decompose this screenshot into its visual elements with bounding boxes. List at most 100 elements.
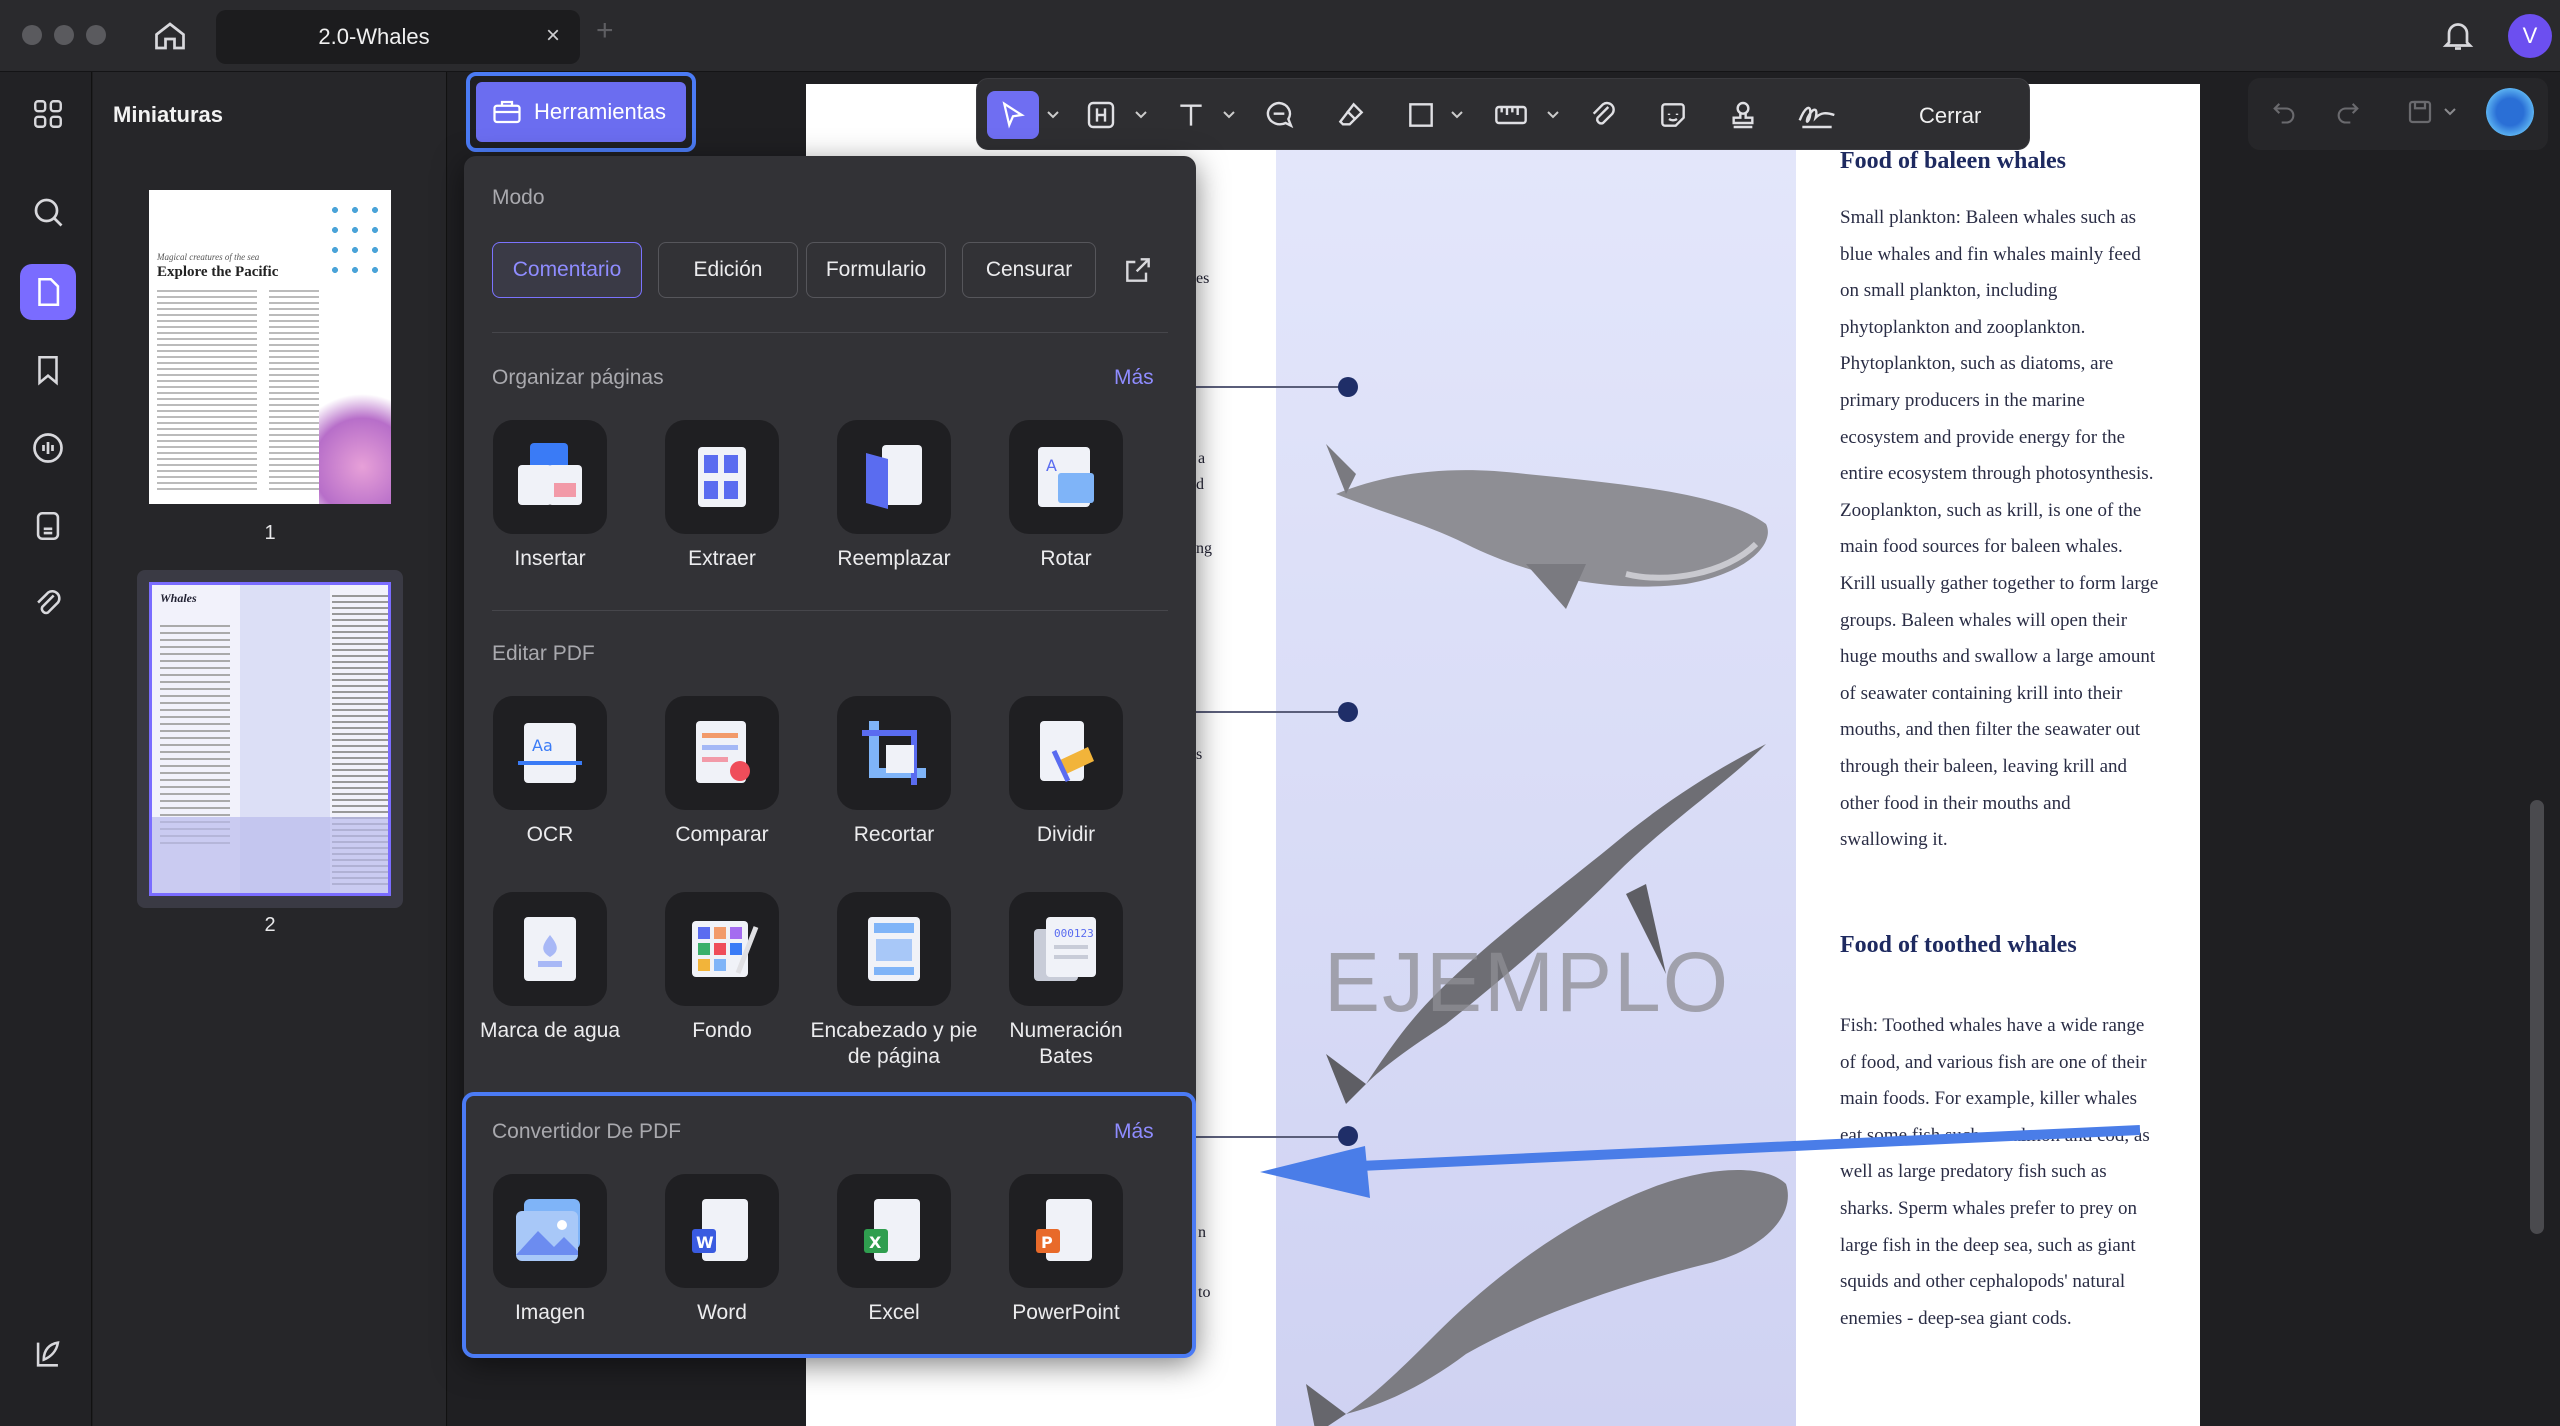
comment-tool-icon[interactable]: [1255, 91, 1303, 139]
svg-text:000123: 000123: [1054, 927, 1094, 940]
encabezado-tool[interactable]: Encabezado y pie de página: [808, 892, 980, 1070]
thumb-coral-image: [319, 380, 391, 504]
vertical-scrollbar[interactable]: [2530, 800, 2544, 1234]
eraser-tool-icon[interactable]: [1327, 91, 1375, 139]
herramientas-label: Herramientas: [534, 99, 667, 124]
bookmark-icon[interactable]: [20, 342, 76, 398]
page-thumbnail-2[interactable]: Whales: [149, 582, 391, 896]
divider: [492, 610, 1168, 611]
numeracion-bates-tool[interactable]: 000123 Numeración Bates: [980, 892, 1152, 1070]
organize-section-title: Organizar páginas: [492, 366, 664, 389]
tool-label: Marca de agua: [479, 1019, 621, 1042]
insertar-tool[interactable]: Insertar: [464, 420, 636, 572]
tool-label: Comparar: [675, 823, 769, 846]
avatar[interactable]: V: [2508, 14, 2552, 58]
arrow-annotation: [1260, 1125, 2141, 1198]
ai-assistant-icon[interactable]: [2486, 88, 2534, 136]
svg-text:Aa: Aa: [532, 736, 553, 755]
tool-label: Fondo: [692, 1019, 752, 1042]
mode-censurar-button[interactable]: Censurar: [962, 242, 1096, 298]
marca-de-agua-tool[interactable]: Marca de agua: [464, 892, 636, 1044]
heading-toothed: Food of toothed whales: [1840, 932, 2077, 958]
connector-line: [1196, 386, 1346, 388]
home-icon[interactable]: [152, 18, 188, 59]
close-toolbar-button[interactable]: Cerrar: [1919, 103, 1981, 129]
thumb-fish-image: [325, 200, 385, 280]
grid-icon[interactable]: [20, 86, 76, 142]
tool-label: Recortar: [853, 823, 935, 846]
cursor-icon: [1002, 101, 1025, 129]
stamp-tool-icon[interactable]: [1719, 91, 1767, 139]
bates-numbering-icon: 000123: [1034, 917, 1096, 981]
extraer-tool[interactable]: Extraer: [636, 420, 808, 572]
sticker-tool-icon[interactable]: [1649, 91, 1697, 139]
chevron-down-icon[interactable]: [1131, 91, 1151, 139]
rotar-tool[interactable]: A Rotar: [980, 420, 1152, 572]
tab-close-icon[interactable]: ×: [546, 22, 560, 50]
chevron-down-icon[interactable]: [2440, 92, 2460, 132]
document-tab[interactable]: 2.0-Whales ×: [216, 10, 580, 64]
page-thumbnail-1[interactable]: Magical creatures of the sea Explore the…: [149, 190, 391, 504]
save-icon[interactable]: [2400, 92, 2440, 132]
fin-whale-image: [1326, 744, 1766, 1104]
chevron-down-icon[interactable]: [1043, 91, 1063, 139]
mode-comentario-button[interactable]: Comentario: [492, 242, 642, 298]
bell-icon[interactable]: [2440, 16, 2476, 59]
chevron-down-icon[interactable]: [1219, 91, 1239, 139]
thumbnails-title: Miniaturas: [113, 102, 224, 127]
highlight-tool-icon[interactable]: [1077, 91, 1125, 139]
thumbnails-icon[interactable]: [20, 264, 76, 320]
crop-icon: [862, 721, 926, 785]
watermark-text: EJEMPLO: [1324, 935, 1731, 1029]
humpback-whale-image: [1326, 444, 1768, 609]
page-number: 2: [264, 914, 276, 936]
comparar-tool[interactable]: Comparar: [636, 696, 808, 848]
herramientas-button[interactable]: Herramientas: [466, 72, 696, 152]
tool-label: OCR: [526, 823, 574, 846]
minimize-window-button[interactable]: [54, 25, 74, 45]
text-tool-icon[interactable]: [1167, 91, 1215, 139]
add-tab-button[interactable]: +: [596, 14, 614, 48]
reemplazar-tool[interactable]: Reemplazar: [808, 420, 980, 572]
ocr-tool[interactable]: Aa OCR: [464, 696, 636, 848]
timeline-dot: [1338, 377, 1358, 397]
thumbnails-panel: Miniaturas Magical creatures of the sea …: [93, 72, 447, 1426]
external-link-icon[interactable]: [1122, 254, 1154, 291]
recortar-tool[interactable]: Recortar: [808, 696, 980, 848]
tool-label: Encabezado y pie de página: [810, 1019, 978, 1068]
ocr-icon: Aa: [518, 723, 582, 783]
redo-icon[interactable]: [2328, 92, 2368, 132]
undo-icon[interactable]: [2264, 92, 2304, 132]
mode-formulario-button[interactable]: Formulario: [806, 242, 946, 298]
dividir-tool[interactable]: Dividir: [980, 696, 1152, 848]
zoom-window-button[interactable]: [86, 25, 106, 45]
connector-line: [1196, 711, 1346, 713]
tool-label: Numeración Bates: [1009, 1019, 1123, 1068]
chevron-down-icon[interactable]: [1543, 91, 1563, 139]
text-fragment: d: [1196, 476, 1204, 493]
updf-logo-icon[interactable]: [20, 1326, 76, 1382]
form-icon[interactable]: [20, 498, 76, 554]
converter-highlight-box: [462, 1092, 1196, 1358]
compare-icon: [696, 721, 750, 783]
rectangle-tool-icon[interactable]: [1397, 91, 1445, 139]
background-icon: [692, 921, 759, 977]
title-bar: 2.0-Whales × + V: [0, 0, 2560, 72]
mode-edicion-button[interactable]: Edición: [658, 242, 798, 298]
tool-label: Rotar: [1040, 547, 1092, 570]
close-window-button[interactable]: [22, 25, 42, 45]
search-icon[interactable]: [20, 184, 76, 240]
fondo-tool[interactable]: Fondo: [636, 892, 808, 1044]
tab-title: 2.0-Whales: [318, 24, 430, 49]
text-fragment: to: [1198, 1284, 1211, 1301]
attachment-icon[interactable]: [20, 576, 76, 632]
chevron-down-icon[interactable]: [1447, 91, 1467, 139]
heading-baleen: Food of baleen whales: [1840, 148, 2067, 174]
select-tool-button[interactable]: [987, 91, 1039, 139]
signature-tool-icon[interactable]: [1789, 91, 1845, 139]
measure-tool-icon[interactable]: [1487, 91, 1535, 139]
organize-more-link[interactable]: Más: [1114, 366, 1154, 390]
left-rail: [0, 72, 92, 1426]
attach-tool-icon[interactable]: [1579, 91, 1627, 139]
comment-icon[interactable]: [20, 420, 76, 476]
